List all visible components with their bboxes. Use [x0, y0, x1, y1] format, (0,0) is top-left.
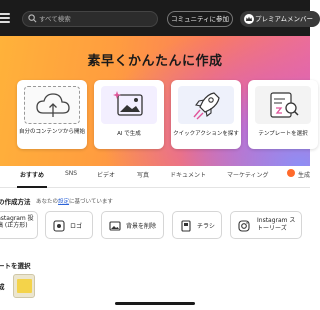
logo-button[interactable]: ロゴ	[45, 211, 93, 239]
logo-icon	[53, 220, 65, 232]
settings-link[interactable]: 設定	[58, 199, 69, 205]
template-thumbnail	[255, 86, 311, 124]
remove-background-label: 背景を削除	[126, 223, 157, 230]
crown-icon	[244, 14, 254, 24]
flyer-label: チラシ	[197, 223, 215, 230]
menu-icon[interactable]	[0, 11, 10, 25]
search-box[interactable]	[22, 11, 158, 27]
ai-thumbnail	[101, 86, 157, 124]
join-community-button[interactable]: コミュニティに参加	[167, 11, 233, 27]
cloud-upload-icon	[36, 93, 70, 117]
logo-label: ロゴ	[70, 223, 83, 230]
section-title-choose-template: ートを選択	[0, 262, 31, 270]
flyer-button[interactable]: チラシ	[172, 211, 222, 239]
hero-banner: 素早くかんたんに作成 自分のコンテンツから開始 AI で生成 クイックアクション…	[0, 36, 318, 166]
remove-background-button[interactable]: 背景を削除	[101, 211, 164, 239]
tab-document[interactable]: ドキュメント	[170, 170, 206, 179]
instagram-icon	[238, 220, 250, 232]
subtitle-suffix: に基づいています	[69, 199, 113, 205]
hero-title: 素早くかんたんに作成	[87, 54, 223, 69]
card-label-quick-actions: クイックアクションを探す	[173, 131, 239, 137]
home-indicator	[115, 302, 195, 305]
tab-photo[interactable]: 写真	[137, 170, 149, 179]
template-search-icon	[270, 92, 299, 118]
choose-template-card[interactable]: テンプレートを選択	[248, 80, 318, 149]
tab-sns[interactable]: SNS	[65, 170, 77, 177]
recent-file-thumbnail[interactable]	[13, 274, 35, 298]
card-label-template: テンプレートを選択	[258, 131, 308, 137]
search-icon	[28, 14, 37, 23]
tab-video[interactable]: ビデオ	[97, 170, 115, 179]
section-title-how-to-create: の作成方法	[0, 198, 31, 206]
section-subtitle: あなたの設定に基づいています	[36, 197, 113, 205]
tab-generate[interactable]: 生成	[298, 170, 310, 179]
active-tab-indicator	[17, 186, 47, 188]
category-tabs: おすすめ SNS ビデオ 写真 ドキュメント マーケティング 生成	[0, 166, 310, 188]
flyer-icon	[181, 220, 191, 232]
quick-actions-thumbnail	[178, 86, 234, 124]
recent-label: 成	[0, 283, 5, 291]
subtitle-prefix: あなたの	[36, 199, 59, 205]
card-label-own-content: 自分のコンテンツから開始	[19, 129, 86, 135]
tab-marketing[interactable]: マーケティング	[227, 170, 269, 179]
remove-background-icon	[109, 221, 121, 231]
upload-thumbnail	[24, 86, 80, 124]
premium-member-label: プレミアムメンバー	[255, 15, 314, 23]
instagram-stories-button[interactable]: Instagram ストーリーズ	[230, 211, 302, 239]
search-input[interactable]	[39, 13, 154, 25]
rocket-icon	[193, 92, 220, 120]
tab-recommended[interactable]: おすすめ	[20, 170, 44, 179]
quick-actions-card[interactable]: クイックアクションを探す	[171, 80, 241, 149]
start-from-content-card[interactable]: 自分のコンテンツから開始	[17, 80, 87, 149]
instagram-post-square-button[interactable]: nstagram 投稿 (正方形)	[0, 211, 38, 239]
ai-image-icon	[113, 91, 143, 116]
premium-member-button[interactable]: プレミアムメンバー	[240, 11, 320, 27]
instagram-stories-label: Instagram ストーリーズ	[257, 217, 296, 232]
top-bar: コミュニティに参加 プレミアムメンバー	[0, 0, 320, 36]
card-label-ai: AI で生成	[117, 131, 141, 137]
sparkle-badge-icon	[287, 169, 295, 177]
generate-with-ai-card[interactable]: AI で生成	[94, 80, 164, 149]
instagram-post-label: nstagram 投稿 (正方形)	[0, 215, 34, 229]
